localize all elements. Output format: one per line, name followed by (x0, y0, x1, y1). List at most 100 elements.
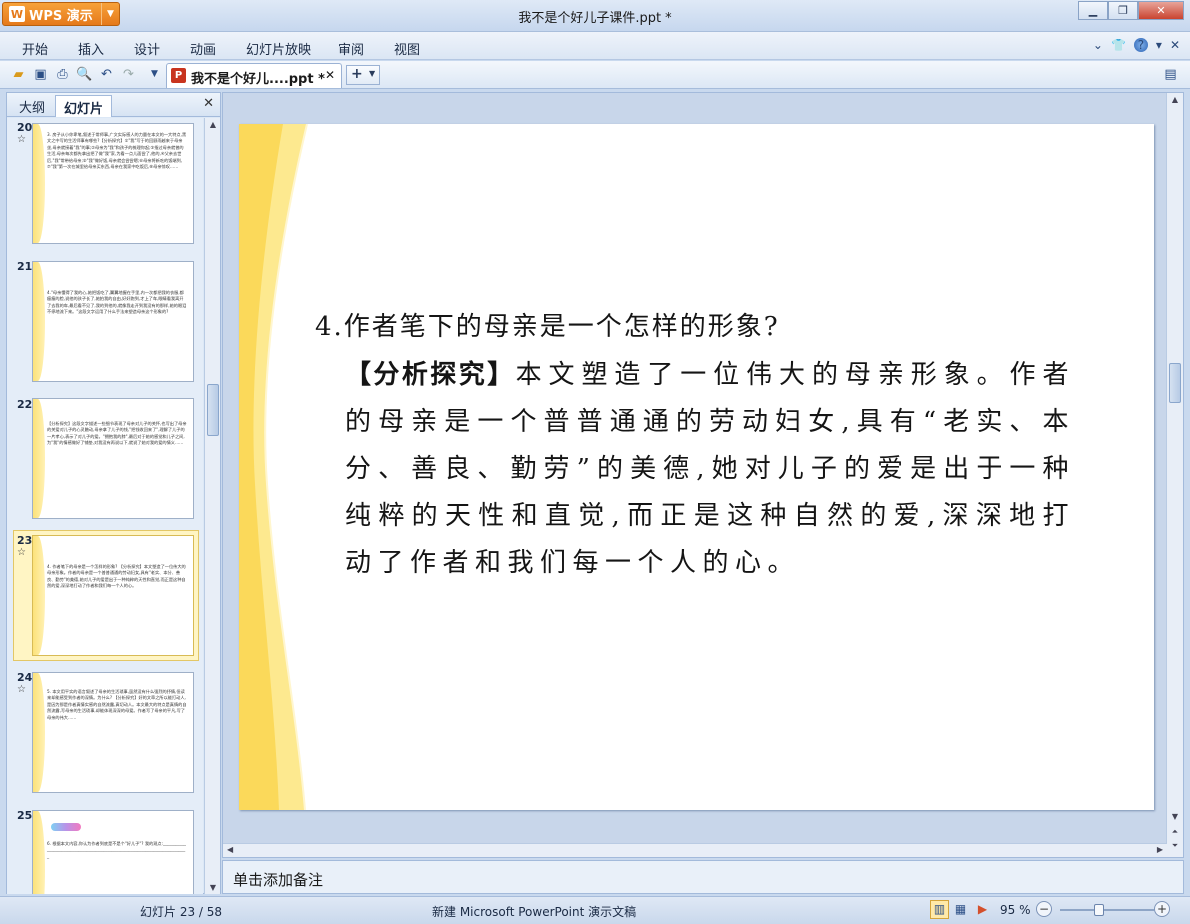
panel-tabs: 大纲 幻灯片 ✕ (7, 93, 220, 117)
scroll-right-icon[interactable]: ▶ (1157, 845, 1163, 854)
menu-home[interactable]: 开始 (22, 39, 48, 58)
slide-text-box[interactable]: 4.作者笔下的母亲是一个怎样的形象? 【分析探究】本文塑造了一位伟大的母亲形象。… (315, 310, 1075, 587)
slide-thumbnail-21[interactable]: 4."母亲懂得了我的心,她把饭吃了,翼翼地握在手里,内一次都把我的衣服,都瘦瘦的… (32, 261, 194, 382)
thumbnail-number: 21 (17, 260, 33, 273)
answer-body: 本文塑造了一位伟大的母亲形象。作者的母亲是一个普普通通的劳动妇女,具有“老实、本… (345, 360, 1075, 578)
scroll-up-icon[interactable]: ▲ (1167, 95, 1183, 104)
redo-icon[interactable]: ↷ (120, 66, 137, 83)
current-slide[interactable]: 4.作者笔下的母亲是一个怎样的形象? 【分析探究】本文塑造了一位伟大的母亲形象。… (239, 124, 1154, 810)
slide-banner-image (51, 823, 81, 831)
slide-counter: 幻灯片 23 / 58 (140, 905, 223, 919)
slide-thumbnail-23[interactable]: 4. 作者笔下的母亲是一个怎样的形象? 【分析探究】本文塑造了一位伟大的母亲形象… (32, 535, 194, 656)
notes-placeholder: 单击添加备注 (233, 871, 324, 889)
thumbnail-number: 20 (17, 121, 33, 134)
thumbnail-text: 3. 房子从小你卑笔,叙述于常师事,广文实际感人的力量在本文的一大特点,黑文之中… (47, 132, 187, 170)
menu-right-controls: ⌄ 👕 ? ▾ ✕ (1093, 38, 1180, 52)
scroll-thumb[interactable] (207, 384, 219, 436)
tab-slides[interactable]: 幻灯片 (55, 95, 113, 117)
slide-sorter-icon[interactable]: ▦ (951, 900, 970, 919)
panel-close-icon[interactable]: ✕ (203, 96, 214, 111)
slide-decoration (33, 399, 45, 518)
toolbar-dropdown-icon[interactable]: ▼ (146, 66, 163, 83)
next-slide-icon[interactable]: ⏷ (1167, 841, 1183, 851)
menu-slideshow[interactable]: 幻灯片放映 (246, 39, 311, 58)
plus-icon: + (351, 66, 363, 82)
zoom-out-button[interactable]: − (1036, 901, 1052, 917)
animation-star-icon: ☆ (17, 134, 26, 145)
close-button[interactable]: ✕ (1138, 1, 1184, 20)
slide-decoration (33, 673, 45, 792)
help-chevron-icon[interactable]: ▾ (1156, 38, 1162, 52)
thumbnail-text: 4. 作者笔下的母亲是一个怎样的形象? 【分析探究】本文塑造了一位伟大的母亲形象… (47, 564, 186, 589)
thumbnail-text: 4."母亲懂得了我的心,她把饭吃了,翼翼地握在手里,内一次都把我的衣服,都瘦瘦的… (47, 290, 187, 315)
skin-icon[interactable]: 👕 (1111, 38, 1126, 52)
status-bar: 幻灯片 23 / 58 新建 Microsoft PowerPoint 演示文稿… (0, 896, 1190, 924)
open-folder-icon[interactable]: ▰ (10, 66, 27, 83)
thumbnail-number: 25 (17, 809, 33, 822)
ppt-file-icon: P (171, 68, 186, 83)
undo-icon[interactable]: ↶ (98, 66, 115, 83)
tab-outline[interactable]: 大纲 (11, 95, 53, 117)
slide-answer: 【分析探究】本文塑造了一位伟大的母亲形象。作者的母亲是一个普普通通的劳动妇女,具… (315, 352, 1075, 587)
zoom-slider[interactable] (1060, 909, 1154, 911)
slide-thumbnail-20[interactable]: 3. 房子从小你卑笔,叙述于常师事,广文实际感人的力量在本文的一大特点,黑文之中… (32, 123, 194, 244)
animation-star-icon: ☆ (17, 547, 26, 558)
slideshow-icon[interactable]: ▶ (973, 900, 992, 919)
window-controls: ▁ ❐ ✕ (1078, 1, 1184, 20)
previous-slide-icon[interactable]: ⏶ (1167, 827, 1183, 837)
zoom-in-button[interactable]: + (1154, 901, 1170, 917)
quick-toolbar: ▰ ▣ ⎙ 🔍 ↶ ↷ ▼ P 我不是个好儿....ppt * ✕ + ▼ ▤ (0, 61, 1190, 89)
scroll-down-icon[interactable]: ▼ (1167, 812, 1183, 821)
slide-decoration (33, 536, 45, 655)
animation-star-icon: ☆ (17, 684, 26, 695)
menu-design[interactable]: 设计 (134, 39, 160, 58)
horizontal-scrollbar[interactable]: ◀ ▶ (223, 843, 1167, 857)
thumbnail-number: 22 (17, 398, 33, 411)
maximize-button[interactable]: ❐ (1108, 1, 1138, 20)
print-icon[interactable]: ⎙ (54, 66, 71, 83)
menu-bar: 开始 插入 设计 动画 幻灯片放映 审阅 视图 ⌄ 👕 ? ▾ ✕ (0, 32, 1190, 60)
thumbnail-number: 24 (17, 671, 33, 684)
help-icon[interactable]: ? (1133, 38, 1148, 52)
document-tab-label: 我不是个好儿....ppt * (191, 72, 325, 87)
slide-thumbnail-25[interactable]: 6. 根据本文内容,你认为作者到底是不是个"好儿子"? 我的观点:_______… (32, 810, 194, 894)
slide-decoration (33, 124, 45, 243)
print-preview-icon[interactable]: 🔍 (76, 66, 93, 83)
menu-view[interactable]: 视图 (394, 39, 420, 58)
new-tab-button[interactable]: + ▼ (346, 65, 380, 85)
slide-thumbnail-22[interactable]: 【分析探究】这段文字描述一些细节表现了母亲对儿子的关怀,也写出了母亲的关爱对儿子… (32, 398, 194, 519)
title-bar: W WPS 演示 ▼ 我不是个好儿子课件.ppt * ▁ ❐ ✕ (0, 0, 1190, 32)
tab-close-icon[interactable]: ✕ (325, 68, 335, 82)
scroll-down-icon[interactable]: ▼ (205, 883, 221, 892)
slide-panel: 大纲 幻灯片 ✕ 20 ☆ 3. 房子从小你卑笔,叙述于常师事,广文实际感人的力… (6, 92, 221, 894)
notes-pane[interactable]: 单击添加备注 (222, 860, 1184, 894)
collapse-ribbon-icon[interactable]: ⌄ (1093, 38, 1103, 52)
normal-view-icon[interactable]: ▥ (930, 900, 949, 919)
scroll-left-icon[interactable]: ◀ (227, 845, 233, 854)
slide-decoration (33, 262, 45, 381)
document-type: 新建 Microsoft PowerPoint 演示文稿 (432, 905, 637, 919)
zoom-slider-handle[interactable] (1094, 904, 1104, 916)
slide-question: 4.作者笔下的母亲是一个怎样的形象? (315, 312, 780, 342)
scroll-thumb[interactable] (1169, 363, 1181, 403)
slide-scrollbar[interactable]: ▲ ▼ ⏶ ⏷ (1166, 93, 1183, 857)
menu-animation[interactable]: 动画 (190, 39, 216, 58)
thumbnail-number: 23 (17, 534, 33, 547)
save-icon[interactable]: ▣ (32, 66, 49, 83)
scroll-up-icon[interactable]: ▲ (205, 120, 221, 129)
thumbnail-text: 【分析探究】这段文字描述一些细节表现了母亲对儿子的关怀,也写出了母亲的关爱对儿子… (47, 421, 187, 446)
slide-decoration (33, 811, 45, 894)
chevron-down-icon[interactable]: ▼ (369, 69, 375, 78)
thumbnail-text: 6. 根据本文内容,你认为作者到底是不是个"好儿子"? 我的观点:_______… (47, 841, 187, 859)
minimize-button[interactable]: ▁ (1078, 1, 1108, 20)
slide-editor: 4.作者笔下的母亲是一个怎样的形象? 【分析探究】本文塑造了一位伟大的母亲形象。… (222, 92, 1184, 858)
thumbnail-scrollbar[interactable]: ▲ ▼ (204, 118, 220, 894)
window-title: 我不是个好儿子课件.ppt * (518, 11, 672, 26)
close-doc-icon[interactable]: ✕ (1170, 38, 1180, 52)
slide-thumbnail-24[interactable]: 5. 本文用平实的语言叙述了母亲的生活琐事,虽然没有什么强烈的抒情,但读来却能感… (32, 672, 194, 793)
layout-toggle-icon[interactable]: ▤ (1162, 66, 1179, 83)
menu-insert[interactable]: 插入 (78, 39, 104, 58)
menu-review[interactable]: 审阅 (338, 39, 364, 58)
zoom-level: 95 % (1000, 903, 1031, 917)
document-tab[interactable]: P 我不是个好儿....ppt * ✕ (166, 63, 342, 88)
